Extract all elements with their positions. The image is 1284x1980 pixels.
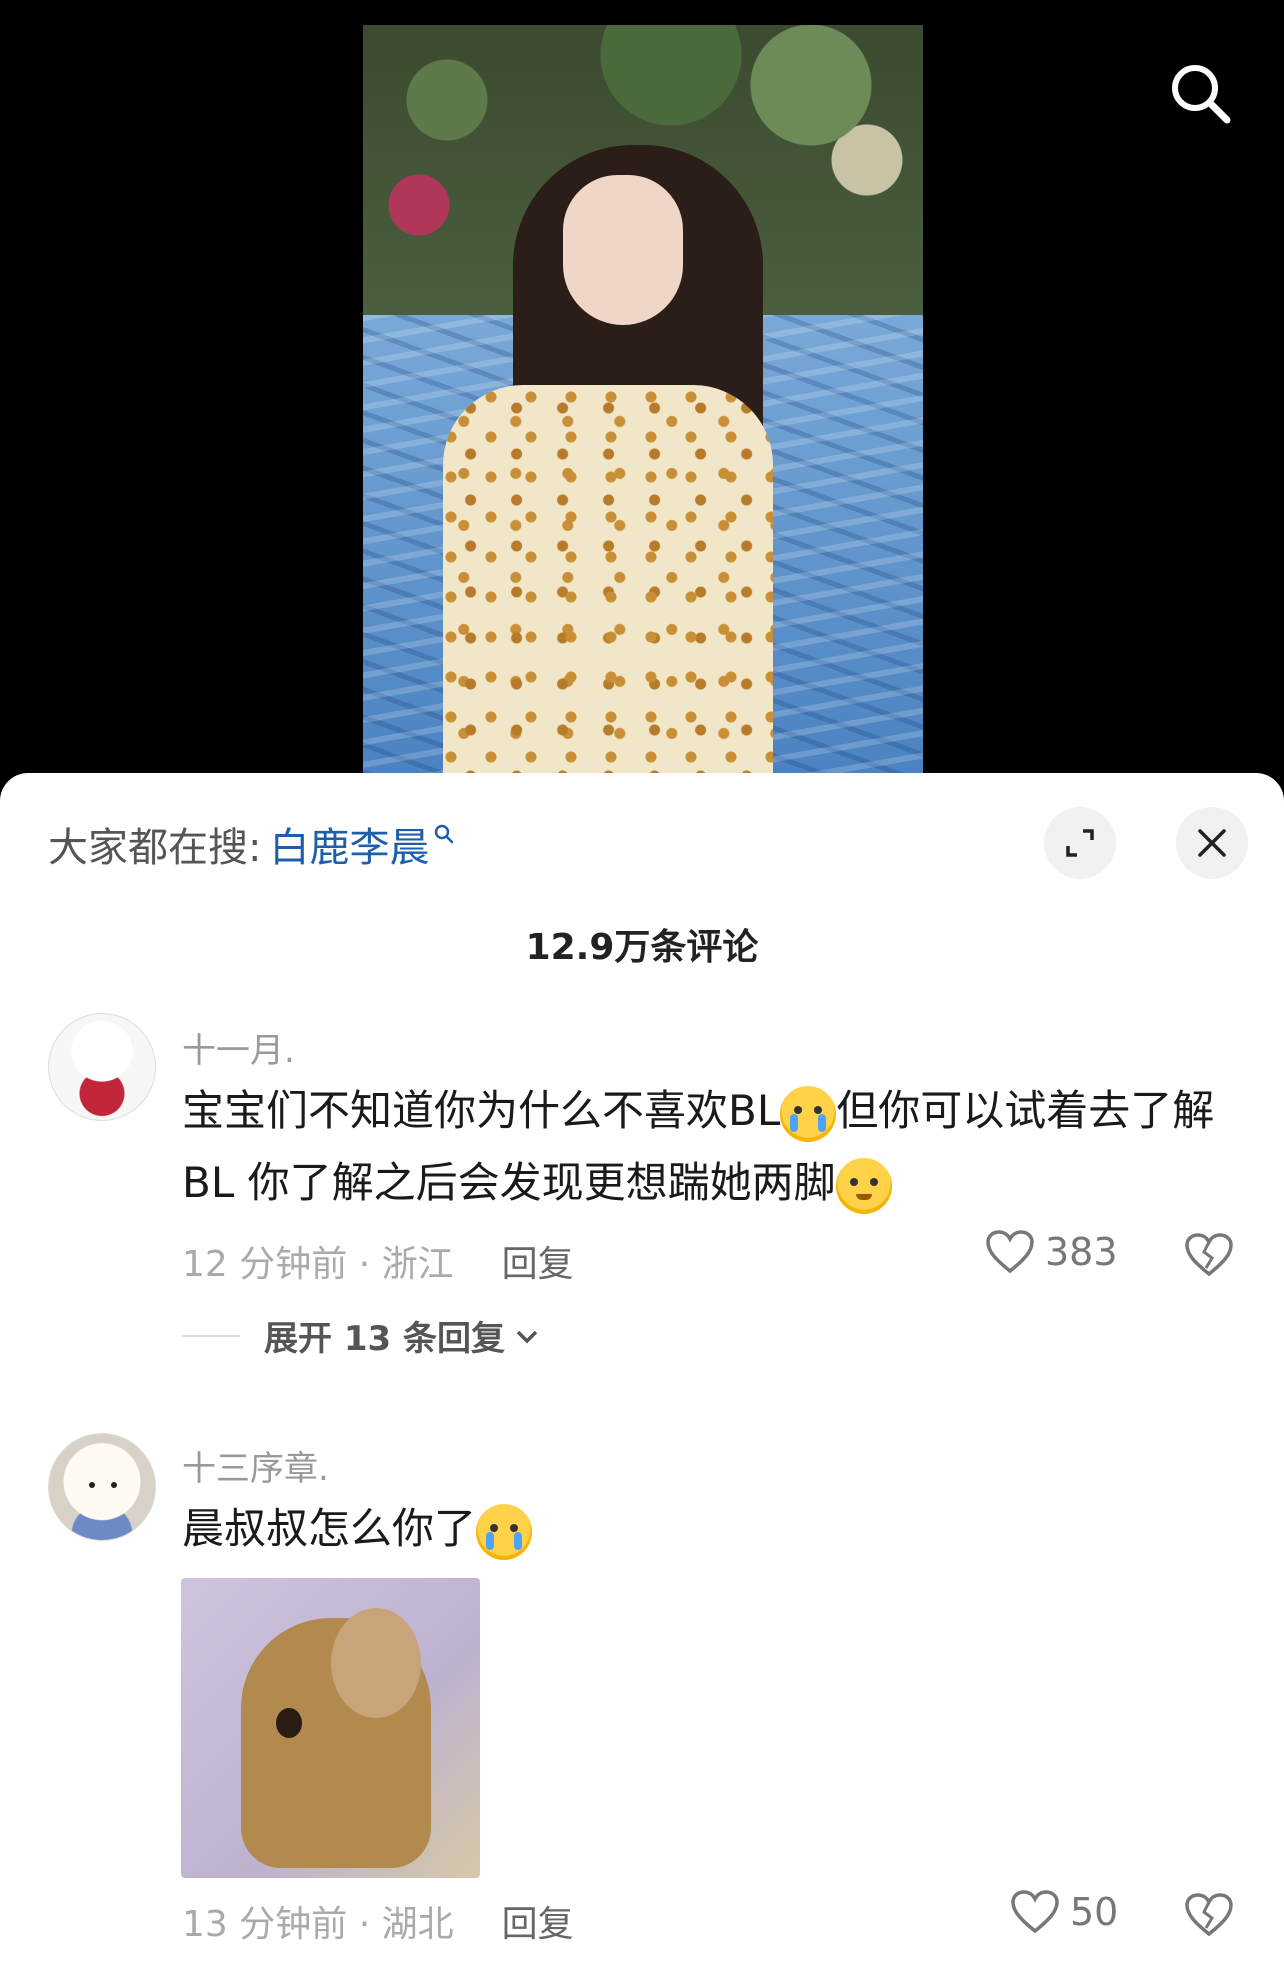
like-button[interactable]: 50 (1010, 1889, 1118, 1935)
hot-search-bar: 大家都在搜: 白鹿李晨 (48, 815, 455, 873)
expand-icon (1066, 829, 1094, 857)
expand-button[interactable] (1044, 807, 1116, 879)
avatar[interactable] (48, 1013, 156, 1121)
search-icon[interactable] (1165, 58, 1235, 128)
person-dress (443, 385, 773, 775)
reply-button[interactable]: 回复 (502, 1235, 574, 1287)
close-button[interactable] (1176, 807, 1248, 879)
comment-meta: 12 分钟前 · 浙江 回复 (182, 1235, 574, 1287)
sticker-character-ear (331, 1608, 421, 1718)
comment-text: 晨叔叔怎么你了 (182, 1493, 1242, 1565)
comment-username[interactable]: 十三序章. (182, 1441, 329, 1490)
video-area[interactable] (0, 0, 1284, 790)
avatar-eye (111, 1482, 117, 1488)
expand-replies-button[interactable]: 展开 13 条回复 (182, 1311, 539, 1360)
like-count: 383 (1045, 1230, 1118, 1274)
sticker-character-eye (276, 1708, 302, 1738)
divider-line (182, 1334, 240, 1337)
comment-sheet: 大家都在搜: 白鹿李晨 12.9万条评论 十一月. 宝宝们不知道你为什么不喜欢B… (0, 773, 1284, 1980)
avatar[interactable] (48, 1433, 156, 1541)
heart-icon (986, 1230, 1034, 1274)
comment-text: 宝宝们不知道你为什么不喜欢BL 但你可以试着去了解BL 你了解之后会发现更想踹她两… (182, 1075, 1242, 1219)
heart-icon (1011, 1890, 1059, 1934)
chevron-down-icon (516, 1330, 538, 1343)
hot-search-term[interactable]: 白鹿李晨 (269, 815, 429, 873)
comment-time-location: 12 分钟前 · 浙江 (182, 1244, 454, 1285)
video-frame[interactable] (363, 25, 923, 775)
like-button[interactable]: 383 (985, 1229, 1118, 1275)
comment-username[interactable]: 十一月. (182, 1023, 295, 1072)
comment-meta: 13 分钟前 · 湖北 回复 (182, 1895, 574, 1947)
person-face (563, 175, 683, 325)
broken-heart-icon[interactable] (1184, 1232, 1234, 1278)
broken-heart-icon[interactable] (1184, 1892, 1234, 1938)
hot-search-prefix: 大家都在搜: (48, 825, 262, 871)
comment-text-part1: 晨叔叔怎么你了 (182, 1504, 477, 1553)
crying-emoji-icon (780, 1085, 837, 1142)
avatar-eye (89, 1482, 95, 1488)
comment-count-title: 12.9万条评论 (525, 927, 759, 968)
mini-search-icon (435, 824, 454, 844)
close-icon (1198, 829, 1226, 857)
expand-replies-label: 展开 13 条回复 (264, 1319, 505, 1359)
reply-button[interactable]: 回复 (502, 1895, 574, 1947)
pleading-emoji-icon (835, 1157, 892, 1214)
comment-text-part1: 宝宝们不知道你为什么不喜欢BL (182, 1086, 781, 1135)
comment-sticker-image[interactable] (181, 1578, 480, 1878)
comment-time-location: 13 分钟前 · 湖北 (182, 1904, 454, 1945)
crying-emoji-icon (476, 1503, 533, 1560)
like-count: 50 (1070, 1890, 1119, 1934)
